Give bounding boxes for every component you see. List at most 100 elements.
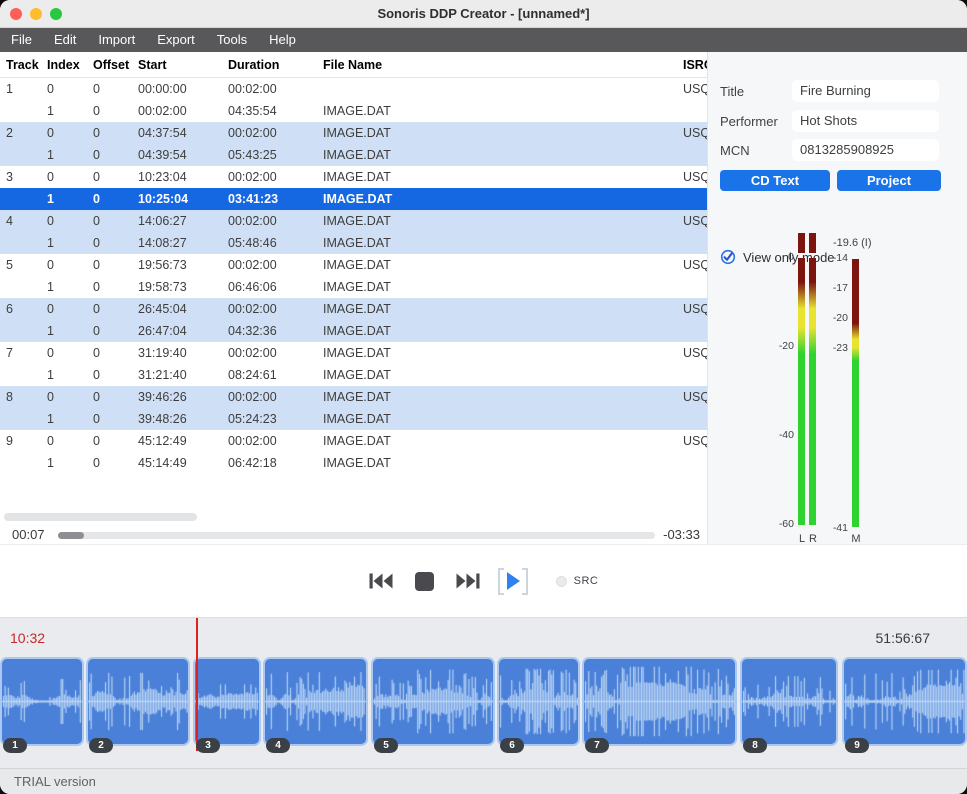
table-row[interactable]: 20004:37:5400:02:00IMAGE.DATUSQ [0, 122, 707, 144]
table-row[interactable]: 1045:14:4906:42:18IMAGE.DAT [0, 452, 707, 474]
stop-button[interactable] [415, 572, 434, 591]
waveform-segment-2[interactable] [86, 657, 190, 746]
meter-channel-mid-label: M [850, 533, 862, 545]
table-row[interactable]: 50019:56:7300:02:00IMAGE.DATUSQ [0, 254, 707, 276]
table-row[interactable]: 1019:58:7306:46:06IMAGE.DAT [0, 276, 707, 298]
track-badge-9[interactable]: 9 [845, 738, 869, 753]
table-row[interactable]: 1004:39:5405:43:25IMAGE.DAT [0, 144, 707, 166]
project-button[interactable]: Project [837, 170, 941, 191]
table-row[interactable]: 1010:25:0403:41:23IMAGE.DAT [0, 188, 707, 210]
cell-index: 0 [47, 166, 93, 188]
cell-file-name: IMAGE.DAT [323, 320, 683, 342]
track-badge-3[interactable]: 3 [196, 738, 220, 753]
cell-isrc [683, 276, 707, 298]
cell-track: 6 [6, 298, 47, 320]
column-header-start[interactable]: Start [138, 52, 228, 78]
cell-file-name: IMAGE.DAT [323, 408, 683, 430]
table-row[interactable]: 90045:12:4900:02:00IMAGE.DATUSQ [0, 430, 707, 452]
cell-file-name: IMAGE.DAT [323, 276, 683, 298]
menu-import[interactable]: Import [87, 28, 146, 52]
cell-duration: 08:24:61 [228, 364, 323, 386]
column-header-isrc[interactable]: ISRC [683, 52, 707, 78]
src-toggle[interactable]: SRC [556, 575, 599, 587]
waveform-segment-4[interactable] [263, 657, 368, 746]
playhead-cursor[interactable] [196, 618, 198, 751]
previous-track-button[interactable] [369, 573, 393, 589]
performer-label: Performer [720, 114, 792, 129]
table-row[interactable]: 80039:46:2600:02:00IMAGE.DATUSQ [0, 386, 707, 408]
play-button[interactable] [498, 568, 528, 595]
horizontal-scrollbar[interactable] [4, 513, 197, 521]
waveform-segment-6[interactable] [497, 657, 580, 746]
track-badge-2[interactable]: 2 [89, 738, 113, 753]
table-row[interactable]: 60026:45:0400:02:00IMAGE.DATUSQ [0, 298, 707, 320]
column-header-index[interactable]: Index [47, 52, 93, 78]
m-scale-tick: -14 [812, 252, 848, 264]
column-header-file-name[interactable]: File Name [323, 52, 683, 78]
seek-thumb[interactable] [58, 532, 84, 539]
table-row[interactable]: 1039:48:2605:24:23IMAGE.DAT [0, 408, 707, 430]
status-bar: TRIAL version [0, 768, 967, 794]
play-icon [505, 571, 521, 591]
src-radio-icon [556, 576, 567, 587]
cell-index: 1 [47, 364, 93, 386]
waveform-segment-5[interactable] [371, 657, 495, 746]
waveform-segment-9[interactable] [842, 657, 967, 746]
table-row[interactable]: 70031:19:4000:02:00IMAGE.DATUSQ [0, 342, 707, 364]
waveform-segment-8[interactable] [740, 657, 838, 746]
table-row[interactable]: 1031:21:4008:24:61IMAGE.DAT [0, 364, 707, 386]
performer-input[interactable]: Hot Shots [792, 110, 939, 132]
menu-export[interactable]: Export [146, 28, 206, 52]
cell-track [6, 364, 47, 386]
table-row[interactable]: 1026:47:0404:32:36IMAGE.DAT [0, 320, 707, 342]
cell-file-name: IMAGE.DAT [323, 166, 683, 188]
cd-text-button[interactable]: CD Text [720, 170, 830, 191]
table-row[interactable]: 30010:23:0400:02:00IMAGE.DATUSQ [0, 166, 707, 188]
waveform-segment-7[interactable] [582, 657, 737, 746]
menu-tools[interactable]: Tools [206, 28, 258, 52]
m-scale-tick: -41 [812, 522, 848, 534]
waveform-segment-3[interactable] [193, 657, 261, 746]
track-badge-8[interactable]: 8 [743, 738, 767, 753]
column-header-offset[interactable]: Offset [93, 52, 138, 78]
table-row[interactable]: 1014:08:2705:48:46IMAGE.DAT [0, 232, 707, 254]
track-badge-6[interactable]: 6 [500, 738, 524, 753]
seek-bar[interactable] [58, 532, 655, 539]
traffic-lights [10, 8, 62, 20]
waveform-canvas [2, 659, 82, 744]
cell-offset: 0 [93, 100, 138, 122]
menu-help[interactable]: Help [258, 28, 307, 52]
cell-index: 0 [47, 122, 93, 144]
table-row[interactable]: 40014:06:2700:02:00IMAGE.DATUSQ [0, 210, 707, 232]
mcn-input[interactable]: 0813285908925 [792, 139, 939, 161]
title-input[interactable]: Fire Burning [792, 80, 939, 102]
menu-file[interactable]: File [0, 28, 43, 52]
loudness-value: -19.6 (I) [833, 237, 872, 249]
cell-offset: 0 [93, 188, 138, 210]
next-track-button[interactable] [456, 573, 480, 589]
zoom-window-button[interactable] [50, 8, 62, 20]
cell-isrc: USQ [683, 386, 707, 408]
minimize-window-button[interactable] [30, 8, 42, 20]
track-badge-5[interactable]: 5 [374, 738, 398, 753]
close-window-button[interactable] [10, 8, 22, 20]
cell-offset: 0 [93, 166, 138, 188]
cell-offset: 0 [93, 342, 138, 364]
table-row[interactable]: 1000:02:0004:35:54IMAGE.DAT [0, 100, 707, 122]
track-badge-1[interactable]: 1 [3, 738, 27, 753]
meter-right-bar [809, 258, 816, 525]
table-row[interactable]: 10000:00:0000:02:00USQ [0, 78, 707, 100]
cell-isrc: USQ [683, 298, 707, 320]
cell-duration: 00:02:00 [228, 386, 323, 408]
column-header-duration[interactable]: Duration [228, 52, 323, 78]
cell-start: 31:21:40 [138, 364, 228, 386]
cell-offset: 0 [93, 298, 138, 320]
cell-index: 1 [47, 452, 93, 474]
column-header-track[interactable]: Track [6, 52, 47, 78]
stop-icon [415, 572, 434, 591]
waveform-segment-1[interactable] [0, 657, 84, 746]
track-badge-4[interactable]: 4 [266, 738, 290, 753]
timeline-strip: 10:32 51:56:67 123456789 [0, 617, 967, 768]
track-badge-7[interactable]: 7 [585, 738, 609, 753]
menu-edit[interactable]: Edit [43, 28, 87, 52]
